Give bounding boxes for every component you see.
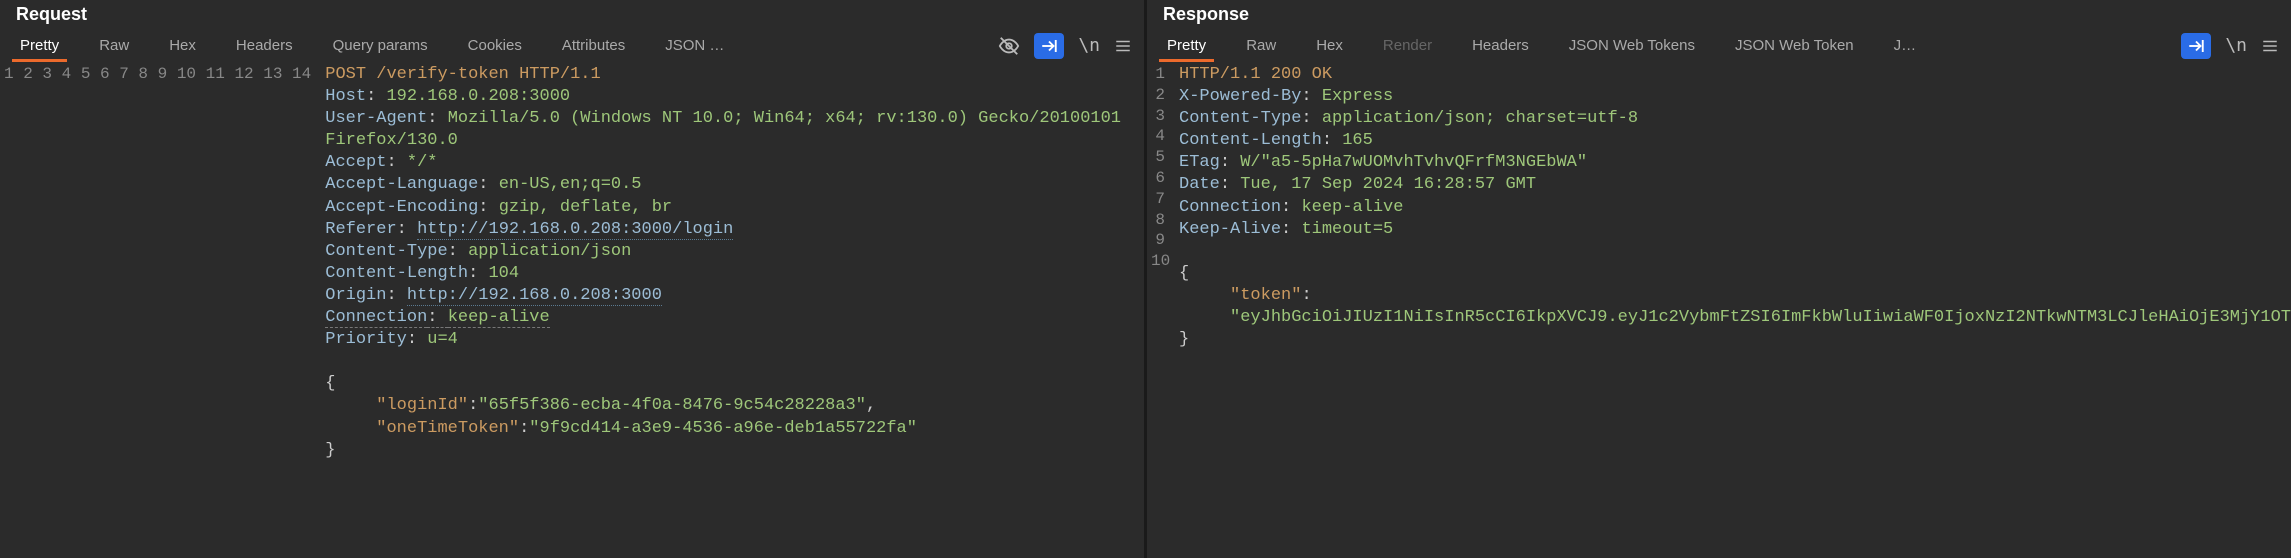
- tab-raw[interactable]: Raw: [1226, 29, 1296, 62]
- menu-icon[interactable]: [2261, 37, 2279, 55]
- newline-icon[interactable]: \n: [1078, 35, 1100, 56]
- tab-headers[interactable]: Headers: [216, 29, 313, 62]
- tab-pretty[interactable]: Pretty: [1147, 29, 1226, 62]
- request-toolbar: \n: [998, 33, 1132, 59]
- visibility-off-icon[interactable]: [998, 35, 1020, 57]
- response-tabs: PrettyRawHexRenderHeadersJSON Web Tokens…: [1147, 29, 1936, 62]
- tab-raw[interactable]: Raw: [79, 29, 149, 62]
- arrow-right-icon[interactable]: [1034, 33, 1064, 59]
- menu-icon[interactable]: [1114, 37, 1132, 55]
- tab-query-params[interactable]: Query params: [313, 29, 448, 62]
- newline-icon[interactable]: \n: [2225, 35, 2247, 56]
- request-content[interactable]: POST /verify-token HTTP/1.1 Host: 192.16…: [319, 62, 1144, 558]
- request-title: Request: [16, 4, 87, 25]
- request-tabs: PrettyRawHexHeadersQuery paramsCookiesAt…: [0, 29, 744, 62]
- tab-j-[interactable]: J…: [1874, 29, 1937, 62]
- tab-hex[interactable]: Hex: [149, 29, 216, 62]
- tab-headers[interactable]: Headers: [1452, 29, 1549, 62]
- response-header: Response: [1147, 0, 2291, 29]
- tab-json-web-tokens[interactable]: JSON Web Tokens: [1549, 29, 1715, 62]
- response-panel: Response PrettyRawHexRenderHeadersJSON W…: [1147, 0, 2291, 558]
- arrow-right-icon[interactable]: [2181, 33, 2211, 59]
- tab-pretty[interactable]: Pretty: [0, 29, 79, 62]
- tab-render[interactable]: Render: [1363, 29, 1452, 62]
- response-editor[interactable]: 1 2 3 4 5 6 7 8 9 10 HTTP/1.1 200 OK X-P…: [1147, 62, 2291, 558]
- response-content[interactable]: HTTP/1.1 200 OK X-Powered-By: Express Co…: [1173, 62, 2291, 558]
- request-editor[interactable]: 1 2 3 4 5 6 7 8 9 10 11 12 13 14 POST /v…: [0, 62, 1144, 558]
- response-toolbar: \n: [2181, 33, 2279, 59]
- request-tabs-row: PrettyRawHexHeadersQuery paramsCookiesAt…: [0, 29, 1144, 62]
- request-gutter: 1 2 3 4 5 6 7 8 9 10 11 12 13 14: [0, 62, 319, 558]
- tab-attributes[interactable]: Attributes: [542, 29, 645, 62]
- response-tabs-row: PrettyRawHexRenderHeadersJSON Web Tokens…: [1147, 29, 2291, 62]
- tab-json-web-token[interactable]: JSON Web Token: [1715, 29, 1874, 62]
- response-gutter: 1 2 3 4 5 6 7 8 9 10: [1147, 62, 1173, 558]
- tab-hex[interactable]: Hex: [1296, 29, 1363, 62]
- request-panel: Request PrettyRawHexHeadersQuery paramsC…: [0, 0, 1144, 558]
- request-header: Request: [0, 0, 1144, 29]
- response-title: Response: [1163, 4, 1249, 25]
- tab-json-[interactable]: JSON …: [645, 29, 744, 62]
- tab-cookies[interactable]: Cookies: [448, 29, 542, 62]
